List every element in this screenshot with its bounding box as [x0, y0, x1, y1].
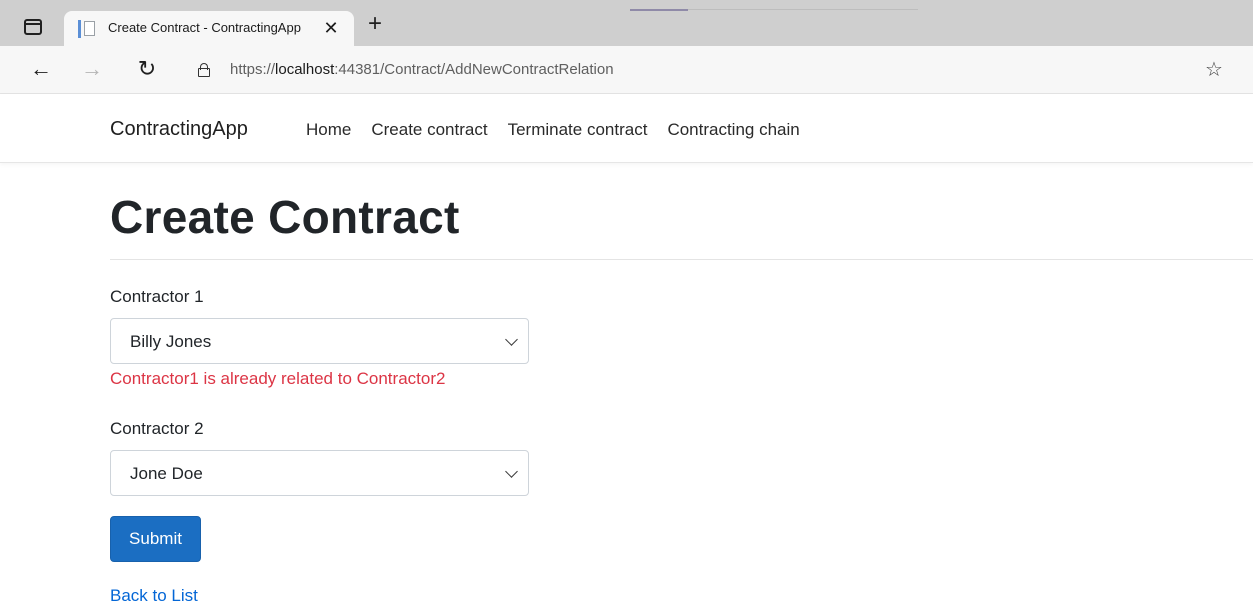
contractor2-label: Contractor 2: [110, 419, 204, 438]
url-host: localhost: [275, 61, 335, 78]
browser-tab-active[interactable]: Create Contract - ContractingApp ✕: [64, 11, 354, 47]
contractor1-selected-value: Billy Jones: [130, 332, 212, 351]
chevron-down-icon: [505, 465, 518, 478]
browser-toolbar: ← → ↻ https://localhost:44381/Contract/A…: [0, 46, 1253, 94]
favorites-icon[interactable]: ☆: [1202, 58, 1226, 82]
chevron-down-icon: [505, 333, 518, 346]
url-text[interactable]: https://localhost:44381/Contract/AddNewC…: [230, 61, 614, 78]
contractor1-label: Contractor 1: [110, 287, 204, 306]
contractor1-select[interactable]: Billy Jones: [110, 318, 529, 364]
back-arrow-icon[interactable]: ←: [29, 58, 53, 82]
contractor2-selected-value: Jone Doe: [130, 464, 203, 483]
lock-icon[interactable]: [198, 63, 210, 77]
contractor1-error: Contractor1 is already related to Contra…: [110, 369, 446, 388]
brand-link[interactable]: ContractingApp: [110, 118, 248, 141]
nav-link-terminate-contract[interactable]: Terminate contract: [508, 120, 648, 140]
back-to-list-link[interactable]: Back to List: [110, 586, 198, 602]
url-path: :44381/Contract/AddNewContractRelation: [334, 61, 614, 78]
url-scheme: https://: [230, 61, 276, 78]
tab-title: Create Contract - ContractingApp: [108, 20, 301, 35]
refresh-icon[interactable]: ↻: [135, 58, 159, 82]
app-navbar: ContractingApp Home Create contract Term…: [0, 94, 1253, 163]
plus-icon[interactable]: +: [364, 12, 386, 36]
nav-link-create-contract[interactable]: Create contract: [371, 120, 487, 140]
forward-arrow-icon[interactable]: →: [80, 58, 104, 82]
submit-button[interactable]: Submit: [110, 516, 201, 562]
address-bar[interactable]: https://localhost:44381/Contract/AddNewC…: [180, 52, 1240, 88]
nav-links: Home Create contract Terminate contract …: [306, 120, 820, 140]
divider: [110, 259, 1253, 260]
sidebar-icon[interactable]: [24, 19, 42, 35]
nav-link-contracting-chain[interactable]: Contracting chain: [667, 120, 799, 140]
nav-link-home[interactable]: Home: [306, 120, 351, 140]
tab-strip-accent-line: [688, 9, 918, 10]
contractor2-select[interactable]: Jone Doe: [110, 450, 529, 496]
page-title: Create Contract: [110, 191, 460, 243]
browser-tab-strip: Create Contract - ContractingApp ✕ +: [0, 0, 1253, 47]
tab-strip-accent: [630, 9, 688, 11]
favicon-icon: [78, 20, 96, 38]
close-icon[interactable]: ✕: [320, 17, 342, 39]
